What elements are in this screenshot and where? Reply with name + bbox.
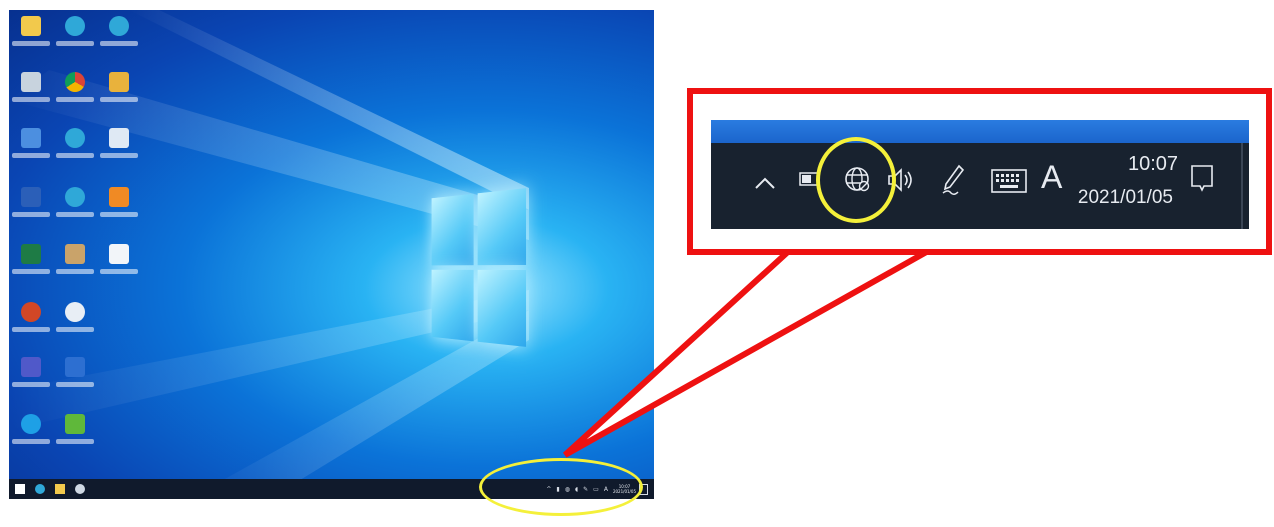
desktop-icon-chat-app[interactable] — [56, 300, 94, 344]
zoomed-callout-box: A 10:07 2021/01/05 — [687, 88, 1272, 255]
desktop-icon-recycle-bin[interactable] — [12, 70, 50, 114]
desktop-icon-lite-app[interactable] — [56, 412, 94, 456]
chevron-up-icon[interactable] — [753, 169, 777, 197]
desktop-icon-teams[interactable] — [12, 355, 50, 399]
desktop-icon-edge-2[interactable] — [56, 126, 94, 170]
desktop-icon-chrome[interactable] — [56, 70, 94, 114]
desktop-screenshot: ^ ▮ ◍ ◖ ✎ ▭ A 10:07 2021/01/05 — [9, 10, 654, 499]
desktop-icon-document[interactable] — [100, 242, 138, 286]
desktop-icon-paint-app[interactable] — [100, 70, 138, 114]
desktop-icon-user-folder[interactable] — [12, 14, 50, 58]
taskbar-app-icon[interactable] — [75, 484, 85, 494]
touch-keyboard-icon[interactable] — [991, 169, 1027, 193]
zoomed-system-tray: A 10:07 2021/01/05 — [711, 143, 1249, 229]
zoomed-desktop-strip — [711, 120, 1249, 143]
desktop-icon-dictionary[interactable] — [56, 355, 94, 399]
clock-date[interactable]: 2021/01/05 — [1073, 187, 1173, 209]
windows-logo — [431, 188, 527, 348]
desktop-icon-grid — [9, 10, 169, 460]
desktop-icon-user-app[interactable] — [12, 126, 50, 170]
desktop-icon-internet-explorer[interactable] — [12, 412, 50, 456]
action-center-icon[interactable] — [1189, 163, 1215, 195]
desktop-icon-computer[interactable] — [12, 185, 50, 229]
pen-workspace-icon[interactable] — [939, 163, 967, 197]
desktop-icon-edge-4[interactable] — [100, 14, 138, 58]
desktop-icon-drawing-app[interactable] — [100, 126, 138, 170]
desktop-icon-vlc[interactable] — [100, 185, 138, 229]
ime-mode-indicator[interactable]: A — [1041, 159, 1062, 196]
desktop-icon-excel[interactable] — [12, 242, 50, 286]
taskbar-file-explorer-icon[interactable] — [55, 484, 65, 494]
tray-highlight-ellipse — [479, 458, 643, 516]
desktop-icon-app-figure[interactable] — [56, 242, 94, 286]
clock-time[interactable]: 10:07 — [1103, 153, 1203, 176]
show-desktop-divider[interactable] — [1241, 143, 1243, 229]
desktop-icon-edge[interactable] — [56, 14, 94, 58]
desktop-icon-edge-3[interactable] — [56, 185, 94, 229]
globe-highlight-circle — [816, 137, 896, 223]
taskbar-edge-icon[interactable] — [35, 484, 45, 494]
desktop-icon-powerpoint[interactable] — [12, 300, 50, 344]
start-button[interactable] — [15, 484, 25, 494]
zoomed-taskbar: A 10:07 2021/01/05 — [711, 120, 1249, 229]
